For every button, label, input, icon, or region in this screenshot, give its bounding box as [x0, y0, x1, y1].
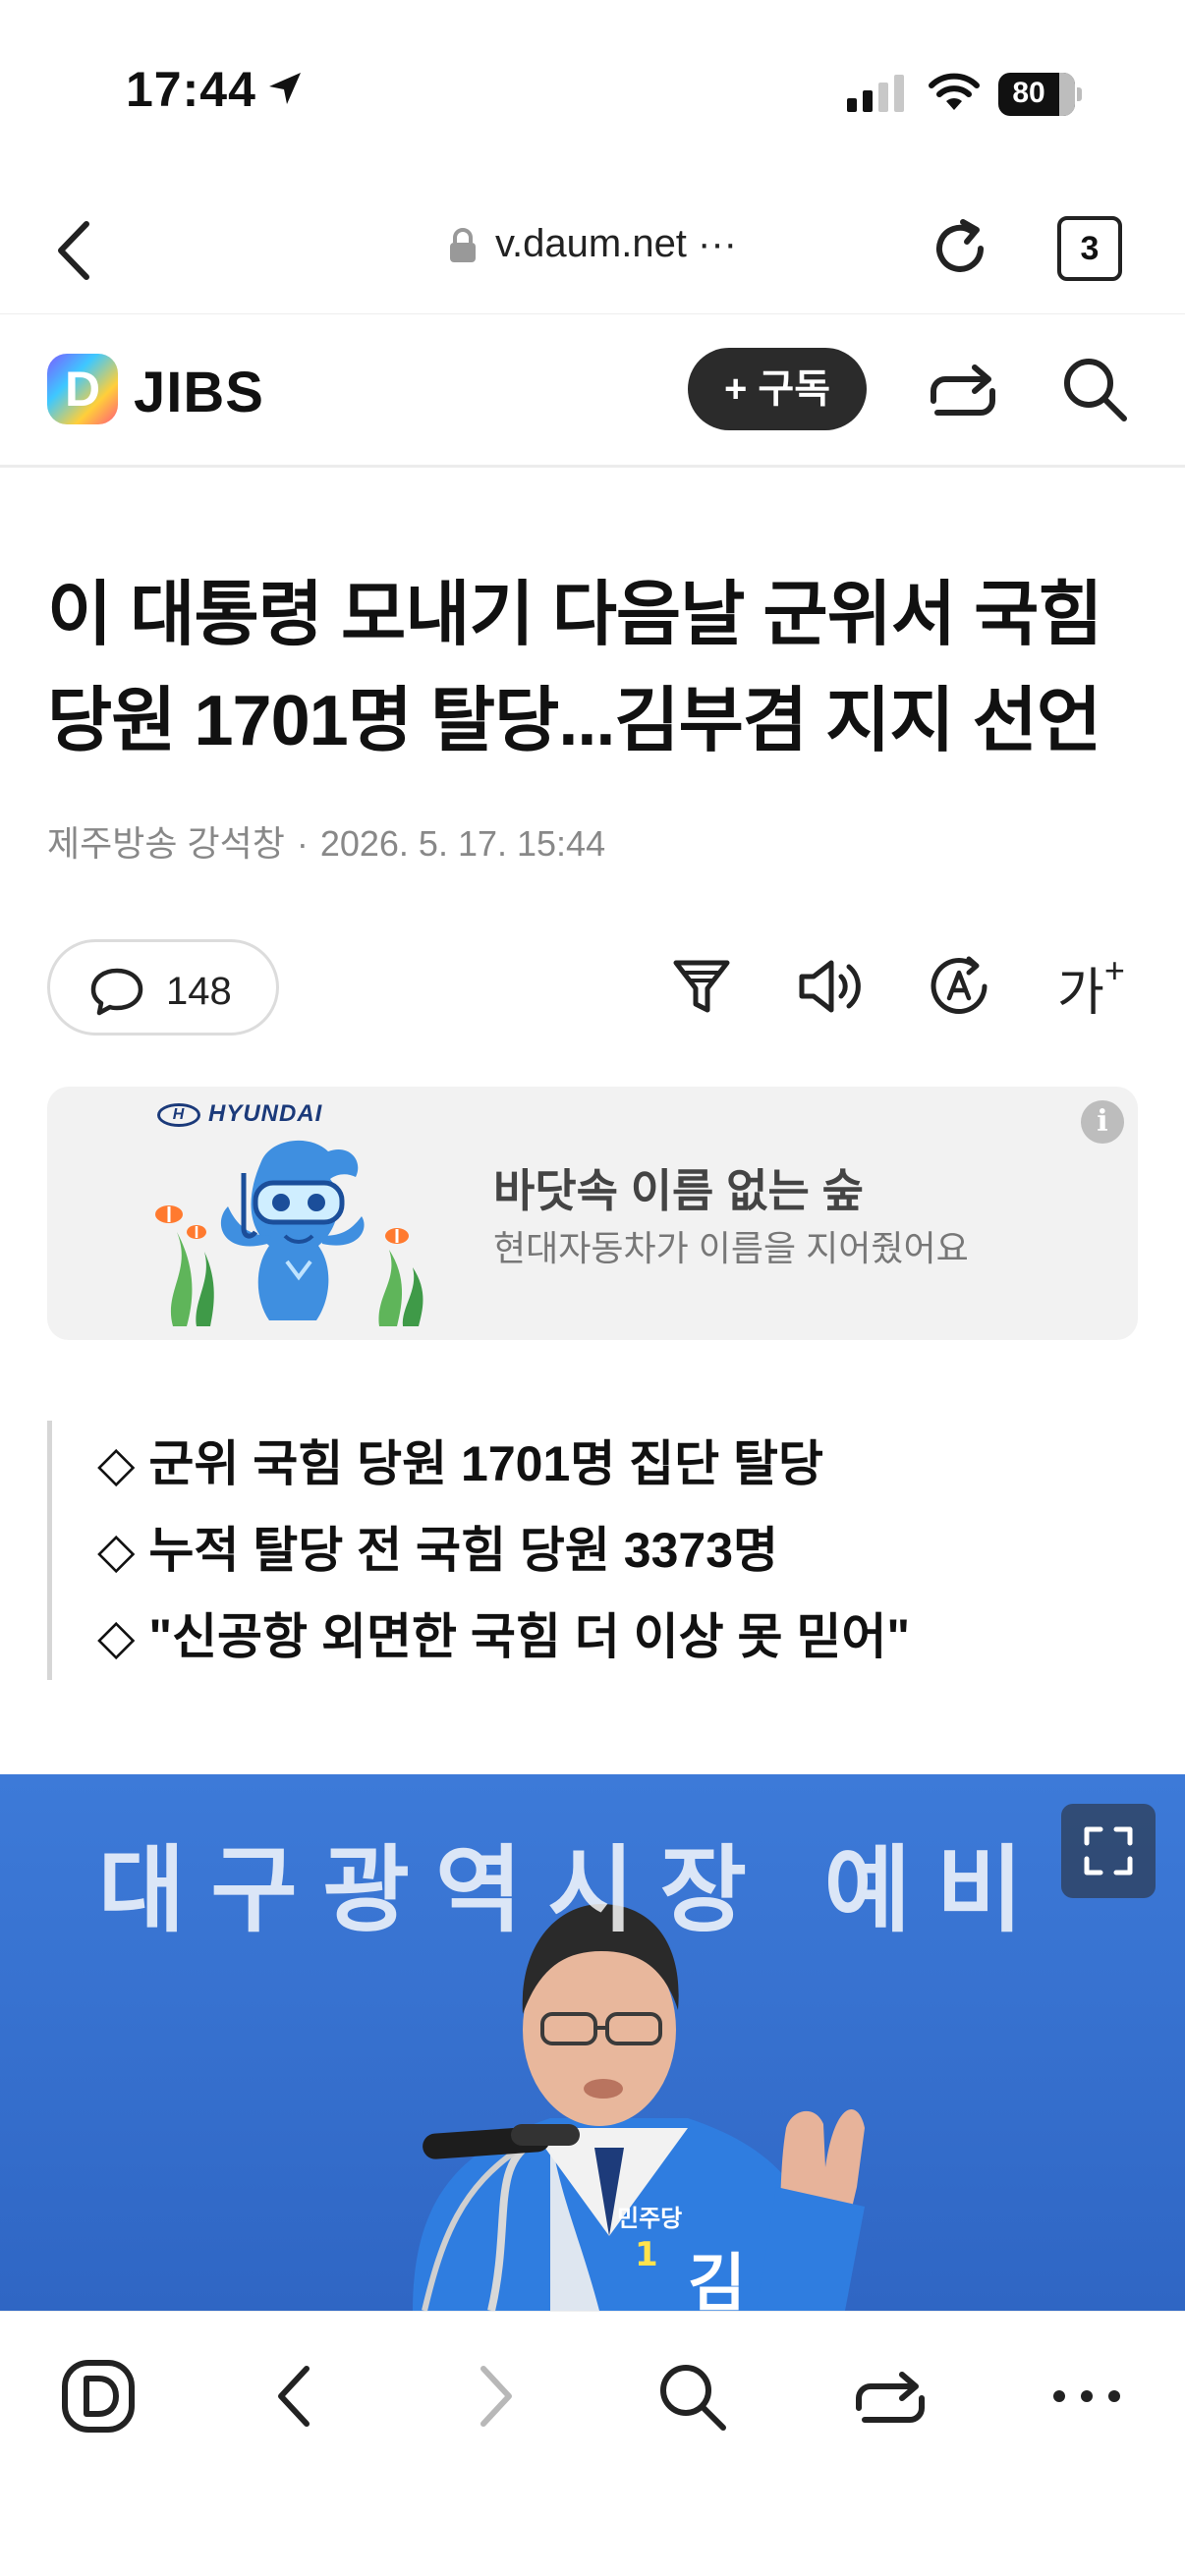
search-icon[interactable] — [1057, 352, 1132, 426]
expand-photo-button[interactable] — [1061, 1804, 1156, 1898]
ad-info-icon[interactable]: i — [1081, 1100, 1124, 1144]
speaker-icon[interactable] — [796, 955, 867, 1018]
summary-item: ◇ 누적 탈당 전 국힘 당원 3373명 — [97, 1523, 779, 1578]
status-time: 17:44 — [126, 62, 256, 117]
bottom-toolbar — [0, 2311, 1185, 2576]
forward-chevron-icon[interactable] — [454, 2357, 533, 2436]
cellular-signal-icon — [847, 75, 904, 112]
font-size-button[interactable]: 가+ — [1057, 949, 1125, 1025]
tab-count-button[interactable]: 3 — [1057, 216, 1122, 281]
summary-item: ◇ 군위 국힘 당원 1701명 집단 탈당 — [97, 1436, 824, 1491]
share-icon[interactable] — [926, 352, 1000, 426]
share-icon[interactable] — [851, 2357, 930, 2436]
summary-item: ◇ "신공항 외면한 국힘 더 이상 못 믿어" — [97, 1609, 911, 1664]
article-meta: 제주방송 강석창 · 2026. 5. 17. 15:44 — [47, 815, 605, 867]
battery-level: 80 — [1012, 77, 1045, 109]
svg-text:1: 1 — [635, 2235, 658, 2274]
ad-banner[interactable]: H HYUNDAI 바닷속 이름 없는 숲 현대자동차가 이름을 지어줬어요 i — [47, 1087, 1138, 1340]
jacket-badge-text: 민주당 — [617, 2205, 682, 2232]
battery-indicator: 80 — [998, 73, 1082, 116]
summary-filter-icon[interactable] — [670, 955, 733, 1018]
reload-icon[interactable] — [926, 214, 994, 283]
ad-brand: H HYUNDAI — [157, 1100, 322, 1128]
hyundai-logo-icon: H — [157, 1102, 200, 1127]
svg-text:김: 김 — [688, 2248, 746, 2311]
url-text: v.daum.net ··· — [495, 222, 737, 265]
ad-mascot-illustration — [155, 1140, 423, 1326]
translate-icon[interactable] — [928, 955, 992, 1018]
article-tools: 148 가+ — [0, 939, 1185, 1037]
plus-icon: + — [1103, 949, 1125, 990]
daum-logo[interactable]: D — [47, 354, 118, 424]
wifi-icon — [929, 73, 980, 110]
status-bar: 17:44 80 — [0, 0, 1185, 187]
ad-brand-text: HYUNDAI — [208, 1100, 323, 1127]
lock-icon — [450, 228, 476, 263]
comment-count: 148 — [166, 970, 232, 1013]
comment-bubble-icon — [90, 968, 143, 1016]
ad-subtitle: 현대자동차가 이름을 지어줬어요 — [493, 1228, 969, 1268]
subscribe-button[interactable]: + 구독 — [688, 348, 867, 430]
url-field[interactable]: v.daum.net ··· — [0, 222, 1185, 266]
font-size-label: 가 — [1057, 965, 1104, 1022]
location-arrow-icon — [269, 73, 301, 104]
expand-icon — [1084, 1826, 1133, 1876]
article-summary: ◇ 군위 국힘 당원 1701명 집단 탈당 ◇ 누적 탈당 전 국힘 당원 3… — [47, 1421, 1138, 1680]
article-photo[interactable]: 민주당 1 김 대구광역시장 예비 — [0, 1774, 1185, 2311]
article-source[interactable]: 제주방송 강석창 — [47, 823, 285, 864]
photo-banner-text: 대구광역시장 예비 — [98, 1838, 1049, 1943]
comment-button[interactable]: 148 — [47, 939, 279, 1036]
ad-title: 바닷속 이름 없는 숲 — [493, 1165, 864, 1216]
meta-dot: · — [296, 823, 309, 864]
article-headline: 이 대통령 모내기 다음날 군위서 국힘 당원 1701명 탈당...김부겸 지… — [47, 576, 1103, 760]
site-header: D JIBS + 구독 — [0, 314, 1185, 468]
back-chevron-icon[interactable] — [257, 2357, 336, 2436]
logo-letter: D — [64, 362, 101, 417]
browser-url-bar: v.daum.net ··· 3 — [0, 187, 1185, 314]
article-date: 2026. 5. 17. 15:44 — [319, 823, 606, 864]
more-icon[interactable] — [1047, 2357, 1126, 2436]
search-icon[interactable] — [652, 2357, 731, 2436]
daum-home-icon[interactable] — [59, 2357, 138, 2436]
press-brand[interactable]: JIBS — [134, 360, 264, 425]
